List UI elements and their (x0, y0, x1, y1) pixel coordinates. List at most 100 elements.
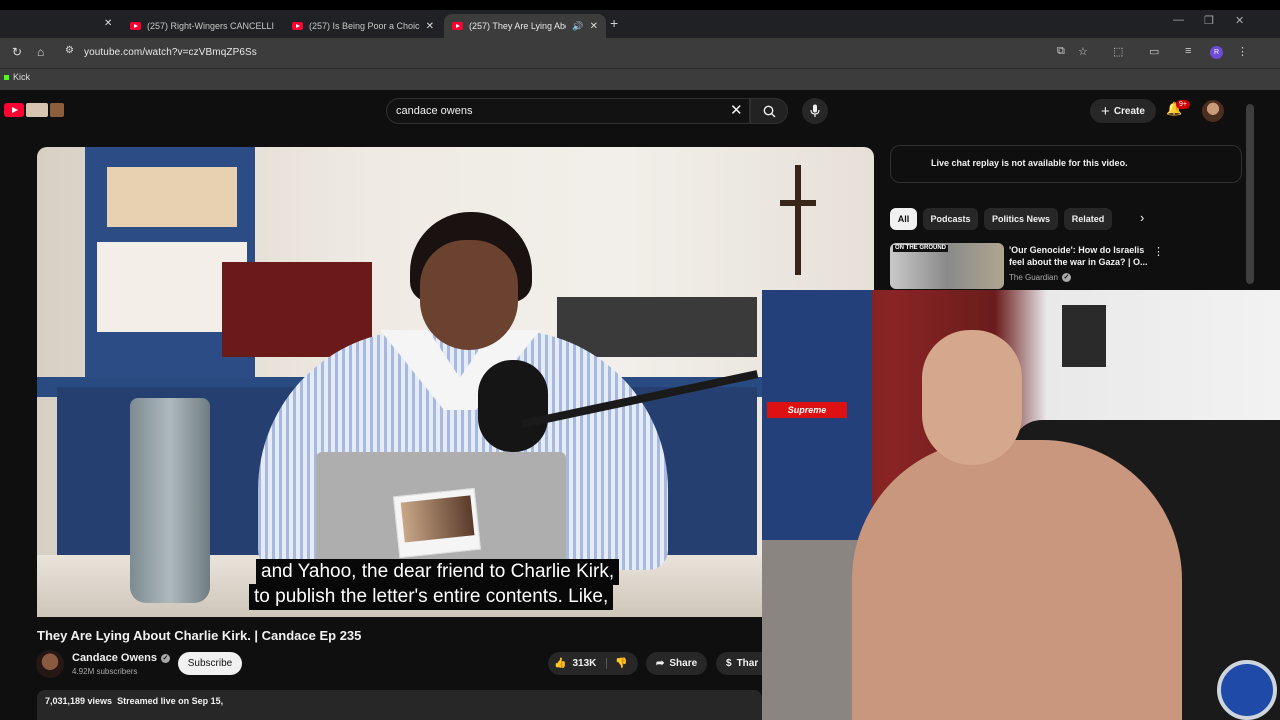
menu-kebab-icon[interactable]: ⋮ (1237, 45, 1248, 58)
thanks-label: Thar (736, 658, 759, 669)
webcam-person-torso (852, 440, 1182, 720)
chip-podcasts[interactable]: Podcasts (923, 208, 978, 230)
views-text: 7,031,189 views (45, 696, 113, 706)
account-avatar[interactable] (1202, 100, 1224, 122)
search-input[interactable]: candace owens (396, 105, 472, 117)
clear-search-icon[interactable]: ✕ (730, 101, 743, 119)
more-options-icon[interactable]: ⋮ (1153, 245, 1164, 258)
channel-avatar[interactable] (36, 650, 64, 678)
bookmarks-bar (0, 68, 1280, 90)
plus-icon: + (1101, 102, 1110, 120)
extensions-icon[interactable]: ⬚ (1113, 45, 1123, 58)
thumbnail-label: ON THE GROUND (893, 245, 948, 252)
tab-title: (257) Right-Wingers CANCELLIN (147, 21, 274, 31)
restore-icon[interactable]: ❐ (1204, 14, 1214, 27)
red-books (222, 262, 372, 357)
recommendation-title[interactable]: 'Our Genocide': How do Israelis feel abo… (1009, 244, 1149, 268)
new-tab-icon[interactable]: + (610, 15, 618, 31)
subscribe-button[interactable]: Subscribe (178, 652, 242, 675)
chip-all[interactable]: All (890, 208, 917, 230)
youtube-play-icon (4, 103, 24, 117)
crucifix (795, 165, 801, 275)
install-icon[interactable]: ⧉ (1057, 45, 1065, 58)
sidepanel-icon[interactable]: ▭ (1149, 45, 1159, 58)
subscriber-count: 4.92M subscribers (72, 667, 138, 676)
webcam-can (1217, 660, 1277, 720)
thumbs-up-icon: 👍 (554, 658, 567, 669)
view-count: 7,031,189 views Streamed live on Sep 15, (45, 696, 223, 706)
minimize-icon[interactable]: — (1173, 14, 1184, 26)
window-top-edge (0, 0, 1280, 10)
recommendation-channel-name: The Guardian (1009, 273, 1058, 282)
thanks-button[interactable]: $ Thar (716, 652, 762, 675)
share-arrow-icon: ➦ (656, 658, 665, 669)
create-label: Create (1113, 105, 1145, 117)
voice-search-button[interactable] (802, 98, 828, 124)
close-tab-icon[interactable]: ✕ (426, 21, 434, 32)
home-icon[interactable]: ⌂ (37, 45, 44, 59)
microphone-icon (810, 104, 820, 117)
tab-right-wingers[interactable]: (257) Right-Wingers CANCELLIN (122, 14, 282, 38)
webcam-poster (1062, 305, 1106, 367)
youtube-logo[interactable] (4, 103, 64, 117)
reload-icon[interactable]: ↻ (12, 45, 22, 59)
studio-microphone (478, 360, 548, 452)
create-button[interactable]: + Create (1090, 99, 1156, 123)
thumbs-down-icon: 👎 (615, 658, 628, 669)
verified-icon: ✓ (1061, 273, 1071, 282)
youtube-favicon-icon (292, 22, 303, 30)
webcam-sign: Supreme (767, 402, 847, 418)
like-count: 313K (572, 658, 597, 669)
doodle-figure-icon (50, 103, 64, 117)
channel-name-text: Candace Owens (72, 652, 157, 664)
url-text[interactable]: youtube.com/watch?v=czVBmqZP6Ss (84, 47, 257, 58)
kick-favicon-icon (4, 74, 9, 80)
share-label: Share (669, 658, 698, 669)
youtube-favicon-icon (130, 22, 141, 30)
recommendation-thumbnail[interactable]: ON THE GROUND (890, 243, 1004, 289)
dislike-button[interactable]: 👎 (607, 658, 627, 669)
search-icon (763, 105, 775, 117)
laptop-sticker (392, 487, 482, 559)
scrollbar-thumb[interactable] (1246, 104, 1254, 284)
like-button[interactable]: 👍 313K (554, 658, 608, 669)
chevron-right-icon[interactable]: › (1140, 210, 1144, 225)
tab-poor-choice[interactable]: (257) Is Being Poor a Choice? U ✕ (284, 14, 442, 38)
stacked-books (557, 297, 757, 357)
streamed-date: Streamed live on Sep 15, (117, 696, 224, 706)
tumbler (130, 398, 210, 603)
caption-line-1: and Yahoo, the dear friend to Charlie Ki… (256, 559, 620, 585)
webcam-person-head (922, 330, 1022, 465)
host-face (420, 240, 518, 350)
notifications-badge: 9+ (1176, 100, 1190, 109)
bookmark-star-icon[interactable]: ☆ (1078, 45, 1088, 58)
bookmark-label: Kick (13, 72, 31, 82)
thanks-icon: $ (726, 658, 732, 669)
search-button[interactable] (750, 98, 788, 124)
profile-avatar[interactable]: R (1210, 46, 1223, 59)
close-tab-icon[interactable]: ✕ (104, 18, 112, 29)
video-title: They Are Lying About Charlie Kirk. | Can… (37, 628, 362, 643)
shelf-items (107, 167, 237, 227)
youtube-favicon-icon (452, 22, 463, 30)
media-controls-icon[interactable]: ≡ (1185, 45, 1191, 57)
tab-title: (257) Is Being Poor a Choice? U (309, 21, 420, 31)
tab-bar: (257) Right-Wingers CANCELLIN (257) Is B… (0, 10, 1280, 38)
caption-line-2: to publish the letter's entire contents.… (249, 584, 614, 610)
webcam-overlay: Supreme (762, 290, 1280, 720)
doodle-house-icon (26, 103, 48, 117)
bookmark-kick[interactable]: Kick (4, 72, 30, 82)
like-dislike-group: 👍 313K 👎 (548, 652, 638, 675)
chip-politics-news[interactable]: Politics News (984, 208, 1058, 230)
chip-related[interactable]: Related (1064, 208, 1112, 230)
speaker-icon[interactable]: 🔊 (572, 21, 583, 32)
chat-unavailable-notice: Live chat replay is not available for th… (931, 158, 1128, 168)
recommendation-channel[interactable]: The Guardian ✓ (1009, 273, 1071, 282)
verified-icon: ✓ (160, 653, 170, 663)
site-info-icon[interactable]: ⚙ (65, 45, 74, 56)
share-button[interactable]: ➦ Share (646, 652, 708, 675)
channel-name[interactable]: Candace Owens ✓ (72, 652, 170, 664)
close-tab-icon[interactable]: ✕ (590, 21, 598, 32)
close-window-icon[interactable]: ✕ (1235, 14, 1244, 27)
tab-lying-about[interactable]: (257) They Are Lying About 🔊 ✕ (444, 14, 606, 38)
